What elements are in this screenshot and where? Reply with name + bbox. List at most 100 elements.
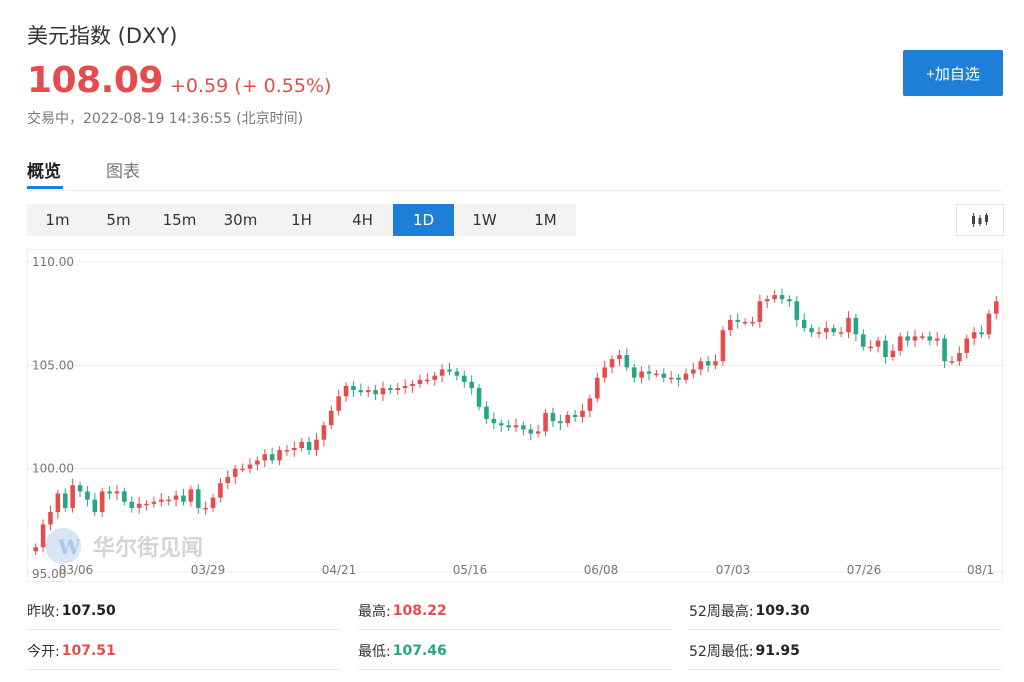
candle-body (528, 429, 534, 434)
period-5m[interactable]: 5m (88, 204, 149, 236)
candle-body (99, 491, 105, 513)
candle-body (979, 332, 984, 335)
candle-body (691, 369, 696, 374)
candle-body (395, 388, 401, 391)
tab-chart[interactable]: 图表 (106, 157, 140, 182)
candle-body (764, 299, 770, 302)
candle-body (373, 390, 378, 395)
candle-body (897, 336, 903, 351)
candle-body (240, 468, 245, 471)
candle-body (617, 355, 622, 360)
candle-body (676, 377, 681, 380)
x-tick-label: 03/06 (59, 563, 94, 577)
candle-body (735, 319, 740, 322)
candlestick-icon (972, 213, 988, 227)
candle-body (705, 361, 711, 366)
candle-body (602, 367, 607, 378)
candle-body (358, 390, 364, 393)
tab-overview[interactable]: 概览 (27, 157, 61, 182)
candle-body (181, 495, 186, 502)
stat-52w-high: 52周最高: 109.30 (689, 592, 1002, 630)
candle-body (853, 317, 859, 335)
stat-52w-low: 52周最低: 91.95 (689, 632, 1002, 670)
candle-body (351, 386, 356, 391)
period-4h[interactable]: 4H (332, 204, 393, 236)
stat-value: 107.51 (61, 642, 116, 659)
candle-body (920, 336, 925, 338)
chart-type-button[interactable] (956, 204, 1004, 236)
candle-body (292, 448, 297, 451)
candle-body (439, 369, 445, 376)
period-1m[interactable]: 1m (27, 204, 88, 236)
stat-low: 最低: 107.46 (358, 632, 671, 670)
period-1mo[interactable]: 1M (515, 204, 576, 236)
candle-body (166, 499, 171, 502)
tab-bar: 概览 图表 (27, 150, 1003, 191)
candle-body (232, 468, 238, 477)
candles (33, 288, 999, 556)
price-change: +0.59 (+ 0.55%) (170, 75, 332, 97)
candle-body (624, 355, 630, 368)
candle-body (70, 485, 75, 508)
candle-body (476, 388, 482, 407)
stat-label: 昨收: (27, 603, 60, 620)
candle-body (521, 425, 526, 430)
candle-body (572, 414, 578, 417)
candle-body (498, 423, 504, 426)
candle-body (380, 388, 386, 395)
candle-body (210, 497, 216, 508)
candle-body (417, 379, 423, 384)
candle-body (402, 386, 408, 389)
candle-body (203, 507, 208, 510)
candle-body (314, 439, 319, 451)
candle-body (550, 412, 556, 422)
x-tick-label: 07/03 (716, 563, 751, 577)
candle-body (336, 396, 341, 411)
period-1w[interactable]: 1W (454, 204, 515, 236)
active-tab-indicator (27, 186, 63, 189)
period-15m[interactable]: 15m (149, 204, 210, 236)
candle-body (831, 328, 837, 333)
candle-body (787, 299, 792, 302)
y-tick-label: 105.00 (32, 358, 74, 372)
candle-body (225, 476, 231, 484)
period-30m[interactable]: 30m (210, 204, 271, 236)
period-1d[interactable]: 1D (393, 204, 454, 236)
candle-body (801, 319, 807, 329)
candle-body (343, 386, 349, 397)
x-tick-label: 04/21 (322, 563, 357, 577)
watermark: W 华尔街见闻 (45, 528, 203, 564)
candle-body (883, 340, 888, 358)
candle-body (587, 398, 593, 411)
candle-body (543, 412, 548, 432)
candle-body (668, 377, 674, 380)
stat-label: 52周最高: (689, 603, 754, 620)
candle-body (299, 441, 305, 448)
candle-body (949, 361, 955, 363)
candle-body (321, 425, 327, 440)
stat-high: 最高: 108.22 (358, 592, 671, 630)
x-tick-label: 05/16 (453, 563, 488, 577)
candle-body (365, 390, 371, 393)
candle-body (824, 328, 829, 333)
candle-body (994, 301, 999, 314)
candle-body (535, 431, 541, 434)
candle-body (809, 328, 814, 333)
x-tick-label: 07/26 (847, 563, 882, 577)
candle-body (92, 499, 98, 513)
price-chart[interactable]: W 华尔街见闻 110.00 105.00 100.00 95.00 03/06 03/… (27, 249, 1004, 582)
candle-body (114, 491, 120, 494)
candle-body (957, 352, 962, 362)
candle-body (861, 334, 866, 347)
candle-body (173, 495, 179, 500)
candle-body (262, 454, 268, 461)
candle-body (720, 330, 726, 362)
candle-body (905, 336, 910, 341)
candle-body (447, 369, 452, 372)
candle-body (306, 441, 312, 451)
page-title: 美元指数 (DXY) (27, 24, 178, 48)
add-to-watchlist-button[interactable]: +加自选 (903, 50, 1003, 96)
stat-value: 109.30 (755, 602, 810, 619)
candle-body (698, 361, 704, 370)
period-1h[interactable]: 1H (271, 204, 332, 236)
